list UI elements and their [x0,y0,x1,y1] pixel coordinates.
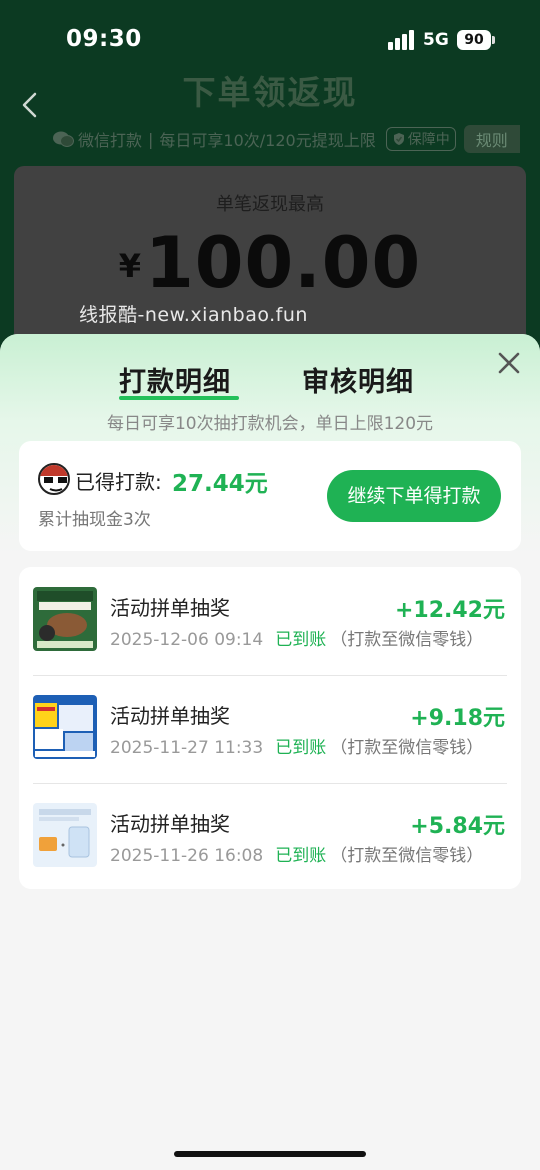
guarantee-badge: 保障中 [385,127,456,151]
tab-audit-details[interactable]: 审核明细 [302,360,414,399]
record-title: 活动拼单抽奖 [110,704,230,728]
network-type: 5G [423,30,449,50]
rules-button[interactable]: 规则 [463,125,520,153]
cuktech-product-image [33,803,97,867]
diaper-product-image [33,695,97,759]
record-amount: +5.84元 [410,814,505,839]
payment-method: 微信打款 [78,131,143,150]
payment-record-list: 活动拼单抽奖 +12.42元 2025-12-06 09:14 已到账 （打款至微信… [19,567,521,889]
received-label: 已得打款: [75,470,162,494]
record-title: 活动拼单抽奖 [110,812,230,836]
max-cashback-card: 单笔返现最高 ¥100.00 [14,166,526,360]
record-time: 2025-12-06 09:14 [110,630,264,650]
record-note: （打款至微信零钱） [330,846,484,866]
separator: | [148,129,154,149]
list-item[interactable]: 活动拼单抽奖 +12.42元 2025-12-06 09:14 已到账 （打款至微信… [19,567,521,675]
payment-detail-sheet: 打款明细 审核明细 每日可享10次抽打款机会，单日上限120元 已得打款: 27… [0,334,540,1170]
currency-symbol: ¥ [118,247,142,285]
sheet-subtitle: 每日可享10次抽打款机会，单日上限120元 [106,414,434,434]
guarantee-label: 保障中 [407,132,450,148]
shield-icon [393,133,404,145]
record-meta: 2025-11-27 11:33 已到账 （打款至微信零钱） [110,733,483,758]
cumulative-count: 累计抽现金3次 [38,510,151,530]
page-title: 下单领返现 [182,73,358,112]
record-amount: +12.42元 [394,598,505,623]
product-thumbnail [33,695,97,759]
record-meta: 2025-12-06 09:14 已到账 （打款至微信零钱） [110,625,483,650]
max-cashback-label: 单笔返现最高 [216,194,324,215]
cat-food-product-image [33,587,97,651]
active-tab-indicator [119,396,239,400]
signal-icon [388,30,416,50]
record-amount: +9.18元 [410,706,505,731]
product-thumbnail [33,803,97,867]
product-thumbnail [33,587,97,651]
battery-icon: 90 [457,30,491,50]
record-status: 已到账 [275,630,327,650]
continue-order-button[interactable]: 继续下单得打款 [327,470,501,522]
home-indicator[interactable] [174,1151,366,1157]
payment-info-row: 微信打款 | 每日可享10次/120元提现上限 保障中 规则 [52,125,520,153]
record-status: 已到账 [275,846,327,866]
payment-summary-card: 已得打款: 27.44元 累计抽现金3次 继续下单得打款 [19,441,521,551]
record-title: 活动拼单抽奖 [110,596,230,620]
avatar-face-icon [40,465,68,492]
tab-payment-details[interactable]: 打款明细 [119,360,231,399]
watermark-text: 线报酷-new.xianbao.fun [79,304,308,326]
record-meta: 2025-11-26 16:08 已到账 （打款至微信零钱） [110,841,483,866]
max-cashback-amount: ¥100.00 [14,222,526,304]
limit-text: 每日可享10次/120元提现上限 [159,131,376,150]
list-item[interactable]: 活动拼单抽奖 +5.84元 2025-11-26 16:08 已到账 （打款至微信零… [19,783,521,891]
record-time: 2025-11-26 16:08 [110,846,264,866]
avatar [38,463,70,495]
list-item[interactable]: 活动拼单抽奖 +9.18元 2025-11-27 11:33 已到账 （打款至微信零… [19,675,521,783]
record-status: 已到账 [275,738,327,758]
record-note: （打款至微信零钱） [330,738,484,758]
background-page: 09:30 5G 90 下单领返现 微信打款 | 每日可享10次/120元提现上… [0,0,540,360]
wechat-icon [53,131,74,147]
received-amount: 27.44元 [172,471,268,497]
record-note: （打款至微信零钱） [330,630,484,650]
status-time: 09:30 [66,26,142,52]
close-icon[interactable] [496,350,522,376]
battery-tip [492,36,495,44]
record-time: 2025-11-27 11:33 [110,738,264,758]
amount-number: 100.00 [145,222,422,304]
